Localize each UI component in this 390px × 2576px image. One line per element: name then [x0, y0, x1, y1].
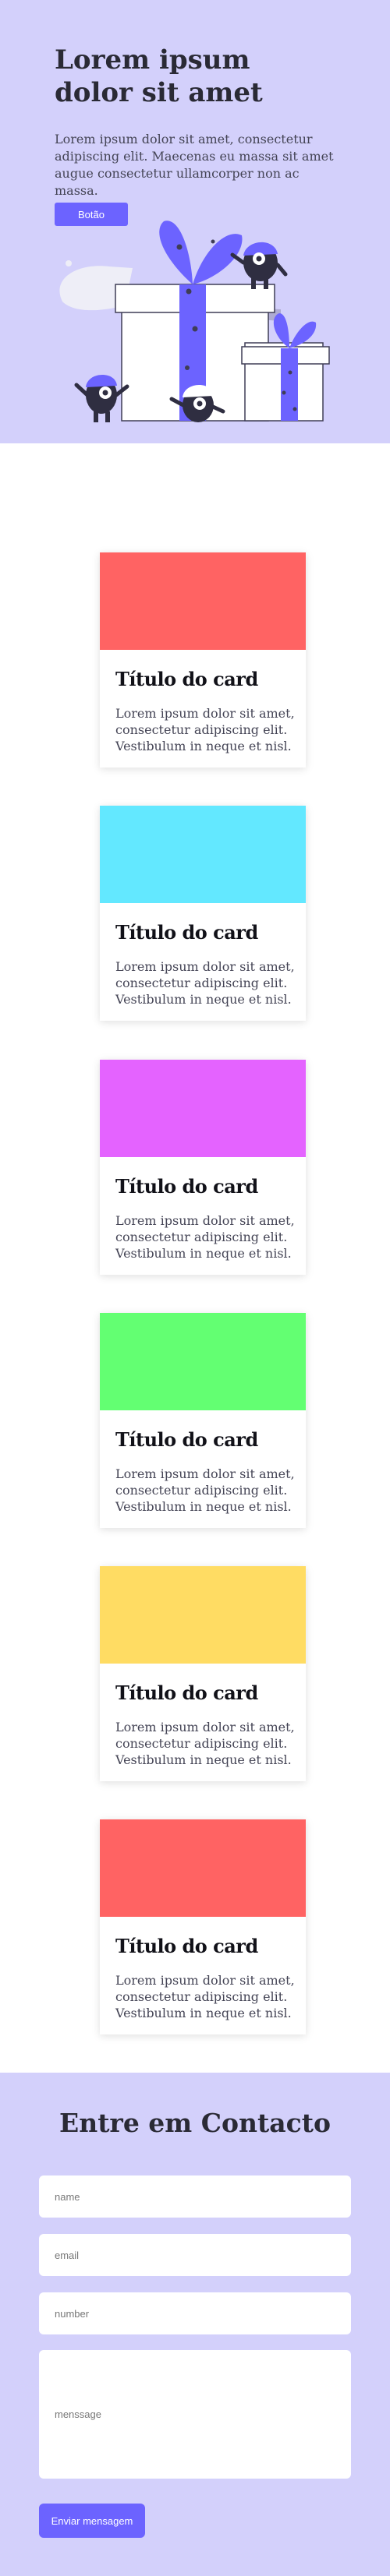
card-3[interactable]: Título do card Lorem ipsum dolor sit ame… [100, 1060, 306, 1275]
card-image [100, 1313, 306, 1410]
card-text: Lorem ipsum dolor sit amet, consectetur … [115, 1720, 295, 1767]
sparkle-dot [66, 260, 72, 266]
card-2[interactable]: Título do card Lorem ipsum dolor sit ame… [100, 806, 306, 1021]
card-title: Título do card [115, 1175, 258, 1198]
card-image [100, 806, 306, 903]
card-title: Título do card [115, 1935, 258, 1957]
card-image [100, 1819, 306, 1917]
card-title: Título do card [115, 1681, 258, 1704]
card-4[interactable]: Título do card Lorem ipsum dolor sit ame… [100, 1313, 306, 1528]
card-image [100, 552, 306, 650]
card-text: Lorem ipsum dolor sit amet, consectetur … [115, 706, 295, 753]
hero-text: Lorem ipsum dolor sit amet, consectetur … [55, 132, 334, 198]
card-1[interactable]: Título do card Lorem ipsum dolor sit ame… [100, 552, 306, 768]
number-field[interactable] [39, 2292, 351, 2334]
creature-top [230, 242, 288, 289]
card-text: Lorem ipsum dolor sit amet, consectetur … [115, 1213, 295, 1261]
card-5[interactable]: Título do card Lorem ipsum dolor sit ame… [100, 1566, 306, 1781]
message-field[interactable] [39, 2350, 351, 2479]
gift-boxes-illustration [59, 221, 330, 422]
creature-left [74, 374, 129, 422]
card-text: Lorem ipsum dolor sit amet, consectetur … [115, 1973, 295, 2020]
card-text: Lorem ipsum dolor sit amet, consectetur … [115, 1466, 295, 1514]
hero-title: Lorem ipsum dolor sit amet [55, 44, 263, 108]
card-6[interactable]: Título do card Lorem ipsum dolor sit ame… [100, 1819, 306, 2034]
hero-section: Lorem ipsum dolor sit amet Lorem ipsum d… [0, 0, 390, 443]
bow-right [193, 234, 243, 284]
bow-left [159, 221, 193, 284]
send-message-button[interactable]: Enviar mensagem [39, 2504, 145, 2538]
card-title: Título do card [115, 921, 258, 944]
card-text: Lorem ipsum dolor sit amet, consectetur … [115, 959, 295, 1007]
name-field[interactable] [39, 2175, 351, 2218]
card-image [100, 1060, 306, 1157]
contact-section: Entre em Contacto Enviar mensagem [0, 2073, 390, 2576]
contact-title: Entre em Contacto [59, 2108, 331, 2138]
card-image [100, 1566, 306, 1664]
card-title: Título do card [115, 1428, 258, 1451]
card-title: Título do card [115, 668, 258, 690]
email-field[interactable] [39, 2234, 351, 2276]
